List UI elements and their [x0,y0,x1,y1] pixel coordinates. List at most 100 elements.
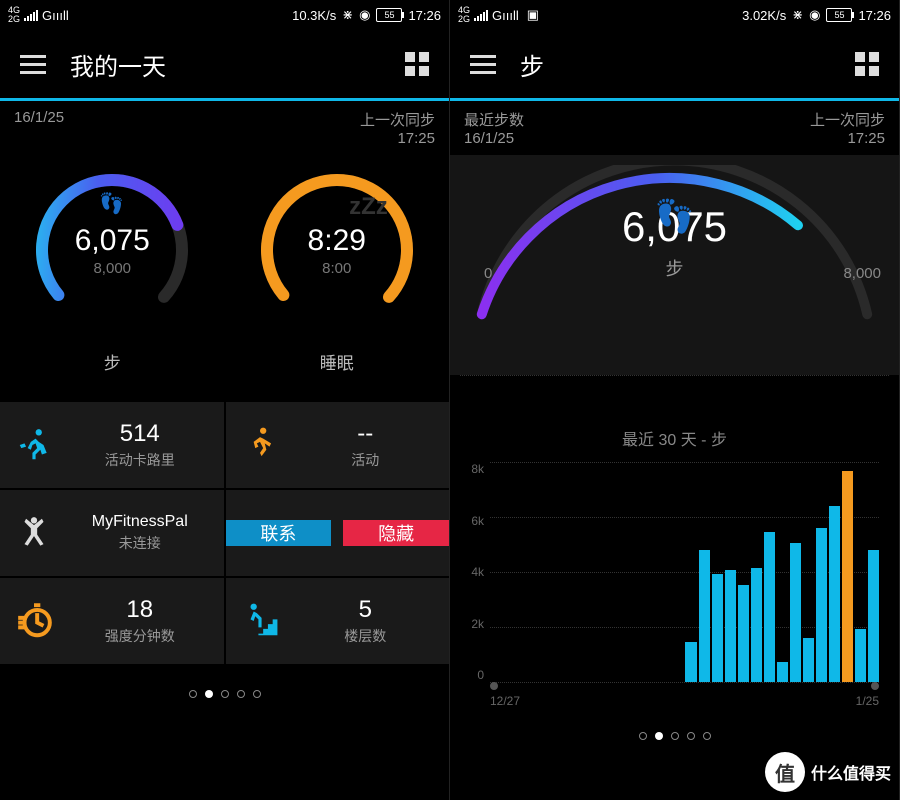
bar [764,532,775,682]
zzz-icon: zZz [349,193,388,221]
app-header: 我的一天 [0,30,449,98]
bar [712,574,723,682]
intensity-value: 18 [66,596,214,624]
scroll-dot [871,682,879,690]
page-dot [703,732,711,740]
watermark: 值 什么值得买 [765,752,891,792]
paginator[interactable] [0,664,449,706]
activity-label: 活动 [292,450,440,470]
page-dot [671,732,679,740]
bar [738,585,749,682]
status-bar: 4G 2G Gıııll 10.3K/s ⋇ ◉ 55 17:26 [0,0,449,30]
connect-button[interactable]: 联系 [226,520,332,546]
page-dot [639,732,647,740]
scroll-dot [490,682,498,690]
floors-label: 楼层数 [292,626,440,646]
calories-value: 514 [66,420,214,448]
bar [829,506,840,682]
activity-icon [240,425,280,465]
network-icon: 4G 2G [8,6,20,24]
intensity-label: 强度分钟数 [66,626,214,646]
page-title: 我的一天 [70,47,166,82]
recent-label: 最近步数 [464,109,524,130]
battery-icon: 55 [826,8,852,22]
activity-card[interactable]: -- 活动 [226,402,450,488]
net-speed: 3.02K/s [742,8,786,23]
bar [816,528,827,682]
activity-value: -- [292,420,440,448]
bar [777,662,788,682]
clock: 17:26 [858,8,891,23]
steps-ring[interactable]: 6,075 8,000 👣 步 [27,165,197,374]
page-dot [253,690,261,698]
cards-grid: 514 活动卡路里 -- 活动 MyFitnessPal 未连接 联系 隐 [0,402,449,664]
sleep-value: 8:29 [308,224,366,258]
steps-arc[interactable]: 0 8,000 6,075 步 👣 [450,155,899,375]
bar [855,629,866,682]
screen-my-day: 4G 2G Gıııll 10.3K/s ⋇ ◉ 55 17:26 我的一天 1… [0,0,450,800]
x-start: 12/27 [490,694,520,708]
bar [751,568,762,682]
chart-title: 最近 30 天 - 步 [450,426,899,450]
mfp-value: MyFitnessPal [66,513,214,531]
hide-button[interactable]: 隐藏 [343,520,449,546]
page-title: 步 [520,47,544,82]
picture-icon: ▣ [527,7,539,23]
sync-time: 17:25 [810,130,885,147]
bar [699,550,710,682]
floors-card[interactable]: 5 楼层数 [226,578,450,664]
stopwatch-icon [14,601,54,641]
sync-label: 上一次同步 [810,109,885,130]
paginator[interactable] [450,722,899,748]
grid-icon[interactable] [405,52,429,76]
intensity-card[interactable]: 18 强度分钟数 [0,578,224,664]
app-header: 步 [450,30,899,98]
floors-value: 5 [292,596,440,624]
page-dot [687,732,695,740]
bar [725,570,736,682]
net-speed: 10.3K/s [292,8,336,23]
page-dot-active [655,732,663,740]
screen-steps: 4G 2G Gıııll ▣ 3.02K/s ⋇ ◉ 55 17:26 步 最近… [450,0,900,800]
calories-card[interactable]: 514 活动卡路里 [0,402,224,488]
myfitnesspal-card[interactable]: MyFitnessPal 未连接 [0,490,224,576]
network-icon: 4G 2G [458,6,470,24]
grid-icon[interactable] [855,52,879,76]
battery-icon: 55 [376,8,402,22]
footsteps-icon: 👣 [655,197,695,235]
bar [842,471,853,682]
sleep-ring[interactable]: 8:29 8:00 zZz 睡眠 [252,165,422,374]
sync-time: 17:25 [360,130,435,147]
x-end: 1/25 [856,694,879,708]
footsteps-icon: 👣 [99,191,124,216]
bar [790,543,801,682]
info-row: 16/1/25 上一次同步 17:25 [0,101,449,155]
stairs-icon [240,601,280,641]
menu-icon[interactable] [470,55,496,74]
page-dot [237,690,245,698]
wifi-icon: ◉ [809,7,820,23]
bar [868,550,879,682]
page-dot [189,690,197,698]
run-icon [14,425,54,465]
sleep-goal: 8:00 [322,260,351,277]
status-bar: 4G 2G Gıııll ▣ 3.02K/s ⋇ ◉ 55 17:26 [450,0,899,30]
jump-icon [14,513,54,553]
steps-goal: 8,000 [93,260,131,277]
date-label: 16/1/25 [464,130,524,147]
sync-label: 上一次同步 [360,109,435,130]
carrier: Gıııll [492,8,519,23]
menu-icon[interactable] [20,55,46,74]
bar-chart[interactable]: 8k6k4k2k0 12/27 1/25 [450,462,899,722]
page-dot [221,690,229,698]
steps-value: 6,075 [75,224,150,258]
bluetooth-icon: ⋇ [792,7,803,23]
info-row: 最近步数 16/1/25 上一次同步 17:25 [450,101,899,155]
signal-icon [474,9,488,21]
watermark-text: 什么值得买 [811,760,891,784]
page-dot-active [205,690,213,698]
bluetooth-icon: ⋇ [342,7,353,23]
wifi-icon: ◉ [359,7,370,23]
carrier: Gıııll [42,8,69,23]
watermark-icon: 值 [765,752,805,792]
